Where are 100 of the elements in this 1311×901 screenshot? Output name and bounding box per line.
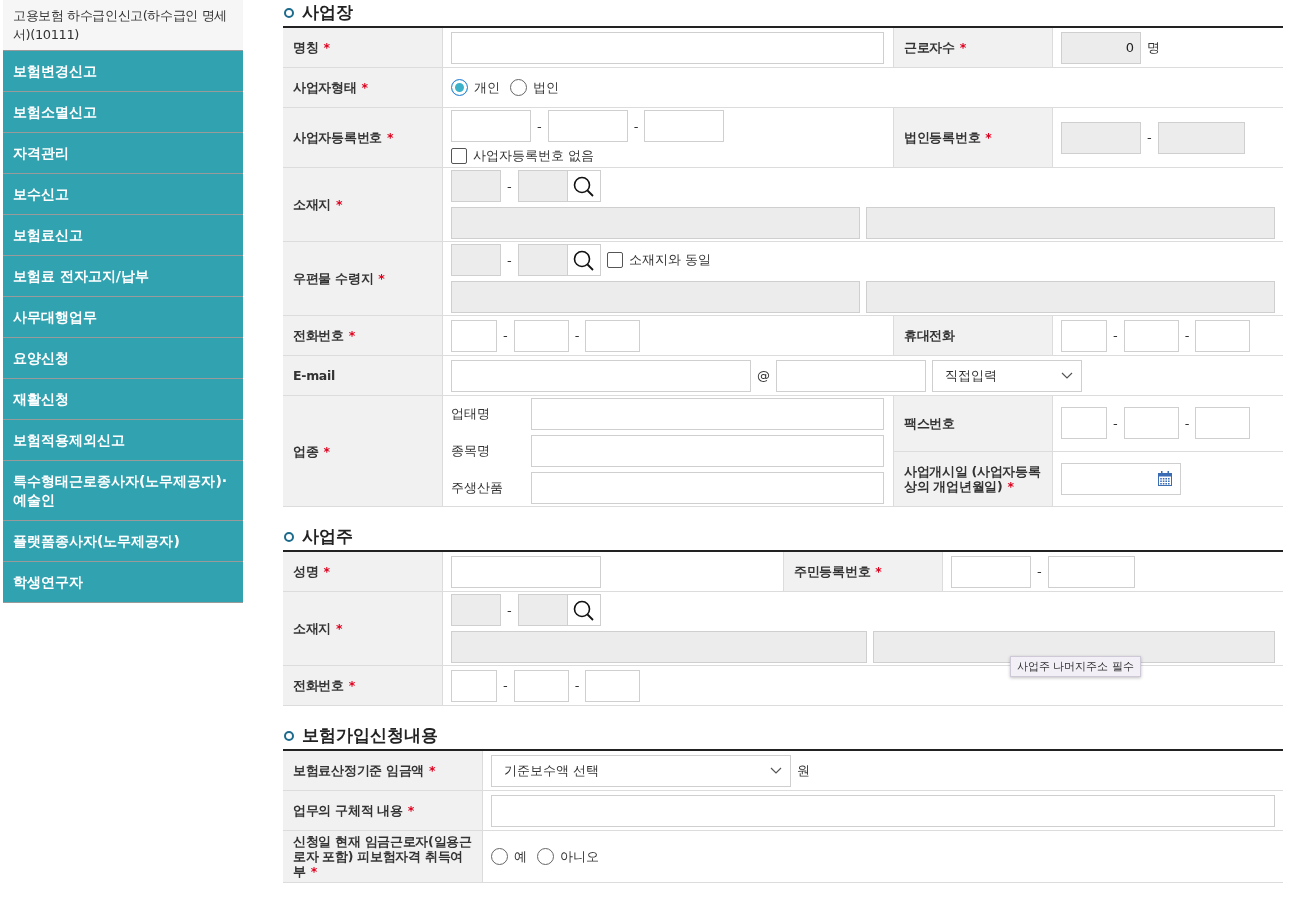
menu-item[interactable]: 재활신청 xyxy=(3,379,243,420)
field-label: 명칭 * xyxy=(293,40,330,55)
radio-label[interactable]: 아니오 xyxy=(560,847,599,866)
field-sublabel: 종목명 xyxy=(451,442,491,460)
field-label: 신청일 현재 임금근로자(일용근로자 포함) 피보험자격 취득여부 * xyxy=(293,834,473,879)
text-field[interactable] xyxy=(531,472,884,504)
field-label: 전화번호 * xyxy=(293,328,356,343)
checkbox-label[interactable]: 소재지와 동일 xyxy=(628,251,711,269)
text-field[interactable] xyxy=(547,110,628,142)
text-field[interactable] xyxy=(1195,319,1251,352)
text-field[interactable] xyxy=(776,359,926,392)
search-icon xyxy=(573,599,595,621)
radio-label[interactable]: 법인 xyxy=(533,78,559,97)
text-field[interactable] xyxy=(451,669,497,702)
separator: - xyxy=(1184,328,1190,343)
tooltip: 사업주 나머지주소 필수 xyxy=(1010,656,1141,677)
separator: - xyxy=(507,252,512,268)
separator: - xyxy=(1037,564,1042,579)
search-button[interactable] xyxy=(566,170,601,202)
text-field[interactable] xyxy=(1195,407,1251,440)
field-label: 근로자수 * xyxy=(904,40,967,55)
separator: - xyxy=(574,328,580,343)
text-field[interactable] xyxy=(491,794,1275,827)
menu-item[interactable]: 보험소멸신고 xyxy=(3,92,243,133)
text-field[interactable] xyxy=(1123,319,1179,352)
field-label: 소재지 * xyxy=(293,197,343,212)
search-button[interactable] xyxy=(566,594,601,626)
radio-button[interactable] xyxy=(451,79,468,96)
chevron-down-icon xyxy=(770,767,782,774)
menu-item[interactable]: 학생연구자 xyxy=(3,562,243,603)
ring-icon xyxy=(284,8,294,18)
menu-item[interactable]: 보험변경신고 xyxy=(3,51,243,92)
menu-item[interactable]: 보험적용제외신고 xyxy=(3,420,243,461)
field-label: 우편물 수령지 * xyxy=(293,271,385,286)
text-field[interactable] xyxy=(451,110,531,142)
separator: - xyxy=(507,178,512,194)
radio-label[interactable]: 개인 xyxy=(474,78,500,97)
menu-item[interactable]: 보험료 전자고지/납부 xyxy=(3,256,243,297)
menu-item[interactable]: 플랫폼종사자(노무제공자) xyxy=(3,521,243,562)
menu-item[interactable]: 자격관리 xyxy=(3,133,243,174)
separator: - xyxy=(503,678,508,693)
text-field[interactable] xyxy=(451,555,601,588)
field-label: 휴대전화 xyxy=(904,328,955,343)
checkbox[interactable] xyxy=(606,252,623,268)
text-field[interactable] xyxy=(451,31,884,64)
menu-item[interactable]: 보험료신고 xyxy=(3,215,243,256)
date-field[interactable] xyxy=(1061,462,1181,495)
separator: @ xyxy=(757,368,770,383)
ring-icon xyxy=(284,532,294,542)
text-field[interactable] xyxy=(1061,319,1107,352)
field-label: 법인등록번호 * xyxy=(904,130,992,145)
checkbox[interactable] xyxy=(451,148,467,164)
separator: - xyxy=(503,328,508,343)
calendar-icon xyxy=(1158,471,1172,487)
dropdown[interactable]: 기준보수액 선택 xyxy=(491,754,791,787)
text-field[interactable] xyxy=(513,669,569,702)
text-field[interactable] xyxy=(644,110,725,142)
radio-button[interactable] xyxy=(491,848,508,865)
field-label: 사업개시일 (사업자등록상의 개업년월일) * xyxy=(904,463,1042,494)
ring-icon xyxy=(284,731,294,741)
search-icon xyxy=(573,249,595,271)
text-field[interactable] xyxy=(531,398,884,430)
unit-label: 명 xyxy=(1147,38,1160,57)
separator: - xyxy=(1147,130,1152,145)
unit-label: 원 xyxy=(797,761,810,780)
field-sublabel: 주생산품 xyxy=(451,479,504,497)
field-label: 업무의 구체적 내용 * xyxy=(293,803,414,818)
text-field[interactable] xyxy=(1047,555,1135,588)
radio-label[interactable]: 예 xyxy=(514,847,527,866)
field-label: 소재지 * xyxy=(293,621,343,636)
text-field[interactable] xyxy=(1123,407,1179,440)
text-field[interactable] xyxy=(451,319,497,352)
radio-button[interactable] xyxy=(537,848,554,865)
text-field[interactable] xyxy=(513,319,569,352)
field-label: 사업자등록번호 * xyxy=(293,130,394,145)
separator: - xyxy=(507,602,512,618)
dropdown[interactable]: 직접입력 xyxy=(932,359,1082,392)
text-field[interactable] xyxy=(585,319,641,352)
separator: - xyxy=(537,118,542,134)
text-field[interactable] xyxy=(531,435,884,467)
text-field[interactable] xyxy=(585,669,641,702)
search-button[interactable] xyxy=(566,244,601,276)
separator: - xyxy=(633,118,639,134)
section-title: 사업주 xyxy=(302,526,353,548)
field-label: 사업자형태 * xyxy=(293,80,368,95)
field-label: 보험료산정기준 임금액 * xyxy=(293,763,436,778)
field-label: 업종 * xyxy=(293,443,330,459)
menu-item[interactable]: 사무대행업무 xyxy=(3,297,243,338)
menu-item[interactable]: 보수신고 xyxy=(3,174,243,215)
separator: - xyxy=(1113,415,1118,431)
radio-button[interactable] xyxy=(510,79,527,96)
menu-item[interactable]: 요양신청 xyxy=(3,338,243,379)
separator: - xyxy=(1113,328,1118,343)
checkbox-label[interactable]: 사업자등록번호 없음 xyxy=(473,147,595,165)
text-field[interactable] xyxy=(951,555,1031,588)
menu-item[interactable]: 특수형태근로종사자(노무제공자)·예술인 xyxy=(3,461,243,521)
field-label: 전화번호 * xyxy=(293,678,356,693)
text-field[interactable] xyxy=(1061,407,1107,440)
text-field[interactable] xyxy=(451,359,751,392)
current-page-title: 고용보험 하수급인신고(하수급인 명세서)(10111) xyxy=(3,0,243,51)
